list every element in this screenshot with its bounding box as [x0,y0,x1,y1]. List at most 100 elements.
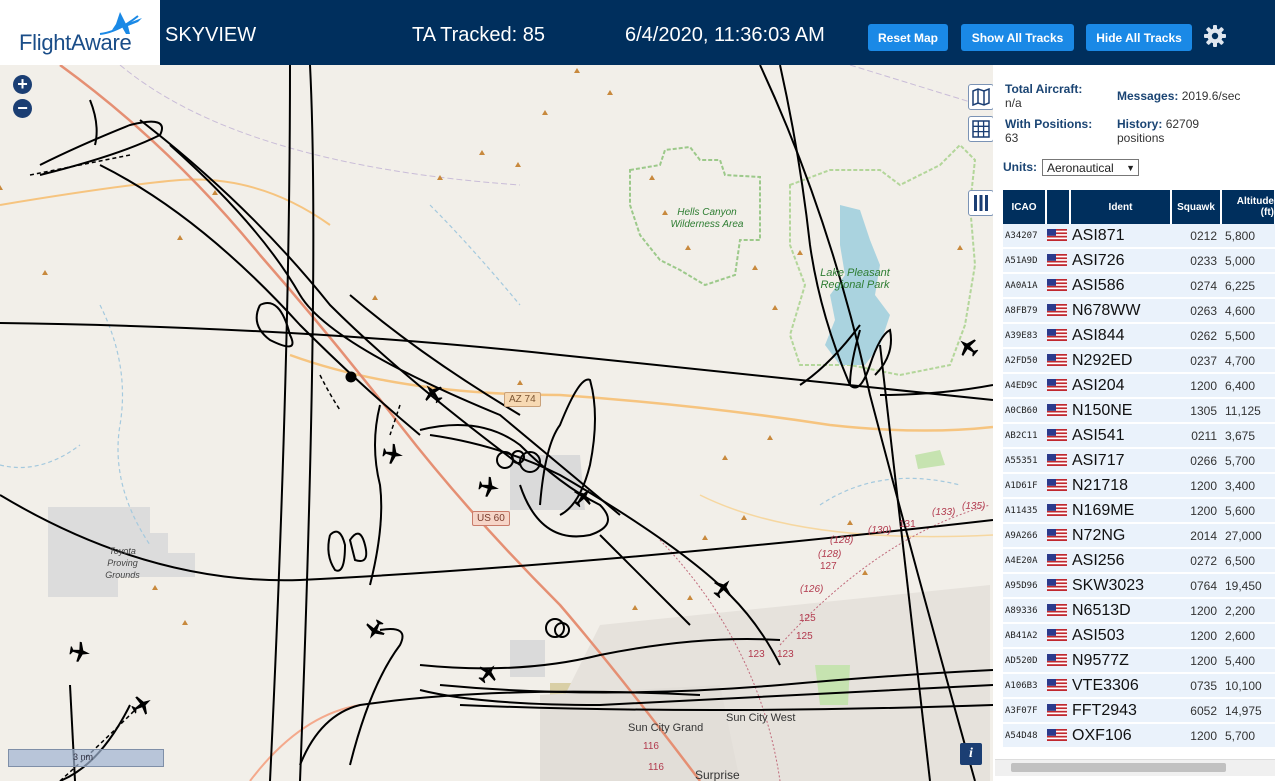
table-row[interactable]: A4E20A ASI256 0272 6,500 [1003,548,1275,574]
route-label: (130) [868,525,892,536]
row-flag [1046,373,1070,399]
us-flag-icon [1047,654,1067,667]
route-label: (128) [830,535,854,546]
table-row[interactable]: AD520D N9577Z 1200 5,400 [1003,648,1275,674]
row-flag [1046,473,1070,499]
row-squawk: 1200 [1171,648,1221,674]
settings-gear-icon[interactable] [1203,24,1227,48]
aircraft-rows: A34207 ASI871 0212 5,800 A51A9D ASI726 0233 5,0… [1003,224,1275,749]
row-icao: A8FB79 [1003,298,1046,324]
row-ident: ASI586 [1070,273,1171,299]
row-icao: A9A266 [1003,523,1046,549]
us-flag-icon [1047,429,1067,442]
route-label: (128) [818,549,842,560]
row-icao: A89336 [1003,598,1046,624]
row-squawk: 0237 [1171,348,1221,374]
us-flag-icon [1047,354,1067,367]
row-flag [1046,573,1070,599]
table-row[interactable]: AA0A1A ASI586 0274 6,225 [1003,273,1275,299]
us-flag-icon [1047,404,1067,417]
table-row[interactable]: A0CB60 N150NE 1305 11,125 [1003,398,1275,424]
info-button[interactable]: i [960,743,982,765]
route-label: 123 [777,649,794,660]
zoom-in-button[interactable]: + [13,75,32,94]
row-squawk: 1200 [1171,723,1221,749]
squawk-column-header[interactable]: Squawk [1171,190,1222,224]
row-altitude: 10,100 [1221,673,1275,699]
units-row: Units: [1003,160,1037,174]
column-toggle-button[interactable] [968,190,993,216]
row-flag [1046,523,1070,549]
show-all-tracks-button[interactable]: Show All Tracks [961,24,1074,51]
units-select[interactable]: Aeronautical ▼ [1042,159,1139,176]
total-aircraft: Total Aircraft: n/a [1005,82,1110,110]
map-canvas[interactable] [0,65,993,781]
scrollbar-thumb[interactable] [1011,763,1226,772]
row-ident: N292ED [1070,348,1171,374]
horizontal-scrollbar[interactable] [995,759,1275,776]
us-flag-icon [1047,704,1067,717]
total-aircraft-value: n/a [1005,96,1022,110]
us-flag-icon [1047,479,1067,492]
row-altitude: 14,975 [1221,698,1275,724]
row-icao: A51A9D [1003,248,1046,274]
row-squawk: 0735 [1171,673,1221,699]
ident-column-header[interactable]: Ident [1070,190,1172,224]
grid-toggle-button[interactable] [968,116,993,142]
row-squawk: 0272 [1171,548,1221,574]
hide-all-tracks-button[interactable]: Hide All Tracks [1086,24,1192,51]
row-squawk: 0262 [1171,323,1221,349]
row-altitude: 3,675 [1221,423,1275,449]
zoom-out-button[interactable]: − [13,99,32,118]
row-squawk: 6052 [1171,698,1221,724]
row-squawk: 0266 [1171,448,1221,474]
table-row[interactable]: A51A9D ASI726 0233 5,000 [1003,248,1275,274]
stream-2 [0,444,81,469]
row-ident: SKW3023 [1070,573,1171,599]
table-row[interactable]: A2FD50 N292ED 0237 4,700 [1003,348,1275,374]
flag-column-header[interactable] [1046,190,1071,224]
row-ident: ASI503 [1070,623,1171,649]
table-row[interactable]: A1D61F N21718 1200 3,400 [1003,473,1275,499]
route-label: 116 [643,741,659,752]
us-flag-icon [1047,279,1067,292]
route-label: (133) [932,507,956,518]
row-icao: A11435 [1003,498,1046,524]
road [0,178,331,226]
table-row[interactable]: A106B3 VTE3306 0735 10,100 [1003,673,1275,699]
table-row[interactable]: AB41A2 ASI503 1200 2,600 [1003,623,1275,649]
table-row[interactable]: A39E83 ASI844 0262 5,500 [1003,323,1275,349]
green-patch [915,450,945,469]
row-flag [1046,598,1070,624]
table-row[interactable]: A89336 N6513D 1200 2,200 [1003,598,1275,624]
row-altitude: 6,225 [1221,273,1275,299]
row-flag [1046,648,1070,674]
altitude-column-header[interactable]: Altitude (ft) [1221,190,1275,224]
clock: 6/4/2020, 11:36:03 AM [625,24,825,46]
table-row[interactable]: A54D48 OXF106 1200 5,700 [1003,723,1275,749]
table-row[interactable]: A95D96 SKW3023 0764 19,450 [1003,573,1275,599]
map-view[interactable]: Hells Canyon Wilderness Area Lake Pleasa… [0,65,993,781]
row-altitude: 3,400 [1221,473,1275,499]
table-row[interactable]: A55351 ASI717 0266 5,700 [1003,448,1275,474]
icao-column-header[interactable]: ICAO [1003,190,1047,224]
table-row[interactable]: A4ED9C ASI204 1200 6,400 [1003,373,1275,399]
us-flag-icon [1047,604,1067,617]
table-row[interactable]: A8FB79 N678WW 0263 4,600 [1003,298,1275,324]
flightaware-logo[interactable]: FlightAware [0,0,160,65]
positions-value: 63 [1005,131,1019,145]
table-row[interactable]: AB2C11 ASI541 0211 3,675 [1003,423,1275,449]
table-row[interactable]: A9A266 N72NG 2014 27,000 [1003,523,1275,549]
map-layers-button[interactable] [968,84,993,110]
row-ident: ASI871 [1070,224,1171,249]
table-header-row: ICAO Ident Squawk Altitude (ft) [1003,190,1275,224]
table-row[interactable]: A3F07F FFT2943 6052 14,975 [1003,698,1275,724]
reset-map-button[interactable]: Reset Map [868,24,948,51]
row-altitude: 5,800 [1221,224,1275,249]
row-squawk: 1200 [1171,473,1221,499]
us-flag-icon [1047,729,1067,742]
table-row[interactable]: A34207 ASI871 0212 5,800 [1003,224,1275,249]
row-icao: A39E83 [1003,323,1046,349]
app-title: SKYVIEW [165,24,257,46]
table-row[interactable]: A11435 N169ME 1200 5,600 [1003,498,1275,524]
